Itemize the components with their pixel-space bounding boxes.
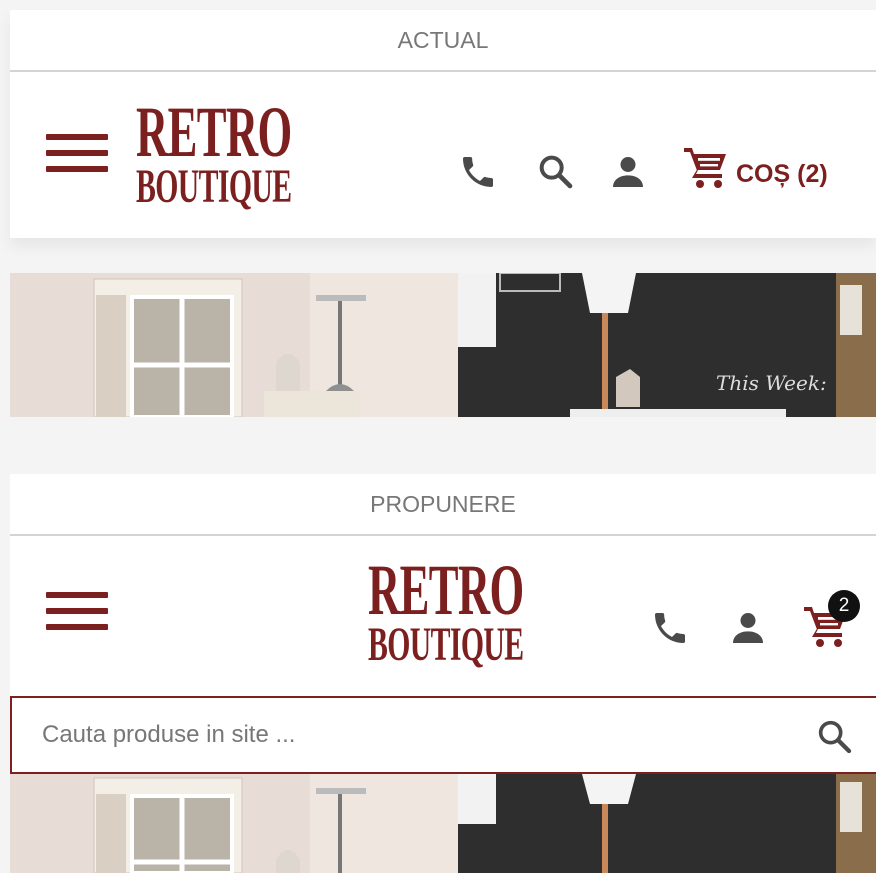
phone-icon[interactable]: [456, 150, 500, 194]
cart-count-badge: 2: [828, 590, 860, 622]
banner-illustration: [10, 273, 876, 417]
logo-line-1: RETRO: [368, 550, 524, 630]
logo-line-2: BOUTIQUE: [368, 617, 524, 671]
search-icon[interactable]: [532, 148, 578, 194]
proposal-label: PROPUNERE: [10, 474, 876, 536]
cart-icon[interactable]: [680, 144, 732, 192]
actual-header: RETRO BOUTIQUE COȘ (2): [10, 72, 876, 236]
cart-label[interactable]: COȘ (2): [736, 160, 828, 189]
proposal-panel: PROPUNERE RETRO BOUTIQUE 2: [10, 474, 876, 696]
user-icon[interactable]: [726, 606, 770, 650]
search-bar: [10, 696, 876, 774]
search-icon[interactable]: [812, 714, 856, 758]
hero-banner-actual: This Week:: [10, 273, 876, 417]
banner-illustration: [10, 774, 876, 873]
chalk-text: This Week:: [716, 371, 827, 395]
hero-banner-proposal: [10, 774, 876, 873]
user-icon[interactable]: [606, 150, 650, 194]
logo-line-2: BOUTIQUE: [136, 159, 292, 213]
hamburger-icon[interactable]: [46, 592, 108, 630]
proposal-header: RETRO BOUTIQUE 2: [10, 536, 876, 696]
site-logo[interactable]: RETRO BOUTIQUE: [136, 92, 296, 213]
site-logo[interactable]: RETRO BOUTIQUE: [368, 550, 528, 671]
actual-panel: ACTUAL RETRO BOUTIQUE COȘ (2): [10, 10, 876, 238]
logo-line-1: RETRO: [136, 92, 292, 172]
search-input[interactable]: [12, 721, 772, 749]
phone-icon[interactable]: [648, 606, 692, 650]
actual-label: ACTUAL: [10, 10, 876, 72]
hamburger-icon[interactable]: [46, 134, 108, 172]
